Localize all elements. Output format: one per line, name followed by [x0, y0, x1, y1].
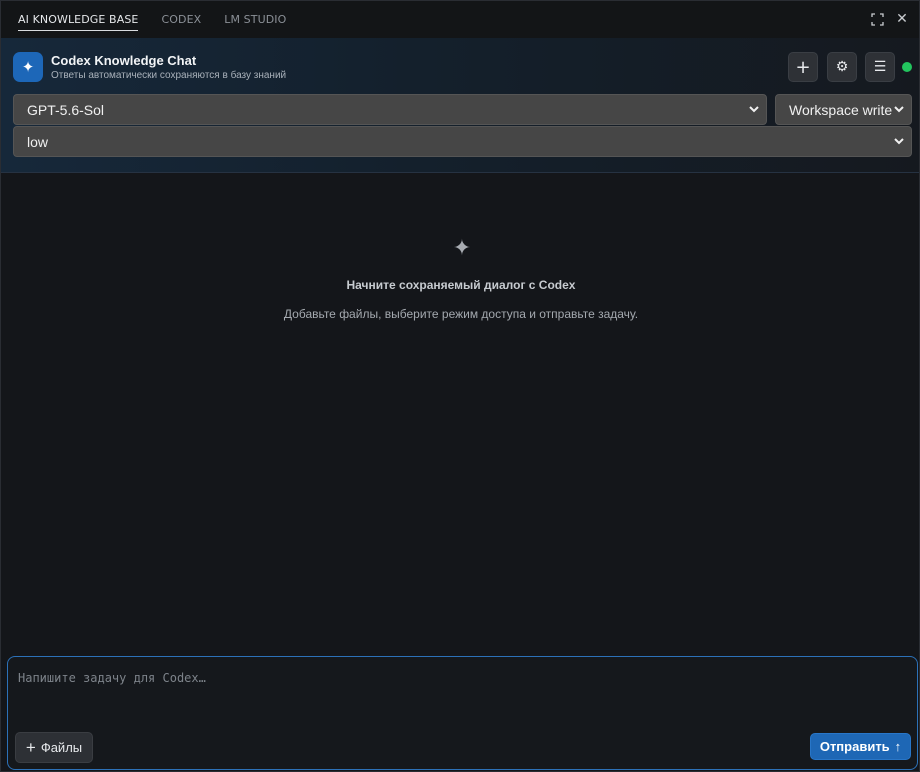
expand-icon[interactable] [869, 11, 885, 27]
top-tab-bar: AI KNOWLEDGE BASE CODEX LM STUDIO ✕ [1, 1, 919, 38]
plus-icon: + [25, 737, 36, 757]
attach-files-button[interactable]: + Файлы [15, 732, 93, 763]
new-chat-button[interactable]: + [788, 52, 818, 82]
chevron-down-icon [894, 138, 904, 145]
sparkle-icon: ✦ [452, 236, 472, 261]
chevron-down-icon [894, 106, 904, 113]
attach-files-label: Файлы [40, 740, 83, 755]
send-button[interactable]: Отправить ↑ [810, 733, 911, 760]
page-title: Codex Knowledge Chat [51, 53, 197, 68]
gear-icon: ⚙ [835, 59, 849, 75]
access-mode-select[interactable]: Workspace write [775, 94, 912, 125]
settings-button[interactable]: ⚙ [827, 52, 857, 82]
menu-icon: ☰ [873, 59, 887, 75]
empty-state-subtitle: Добавьте файлы, выберите режим доступа и… [283, 307, 639, 321]
access-mode-value: Workspace write [789, 101, 893, 118]
chat-header: ✦ Codex Knowledge Chat Ответы автоматиче… [1, 38, 919, 173]
menu-button[interactable]: ☰ [865, 52, 895, 82]
message-composer: + Файлы Отправить ↑ [7, 656, 918, 770]
tab-codex[interactable]: CODEX [161, 1, 201, 38]
sparkle-icon: ✦ [13, 52, 43, 82]
chevron-down-icon [749, 106, 759, 113]
tab-ai-knowledge-base[interactable]: AI KNOWLEDGE BASE [18, 1, 139, 38]
arrow-up-icon: ↑ [894, 739, 902, 754]
status-indicator [902, 62, 912, 72]
model-select[interactable]: GPT-5.6-Sol [13, 94, 767, 125]
send-label: Отправить [819, 739, 890, 754]
close-icon[interactable]: ✕ [894, 11, 910, 27]
model-select-value: GPT-5.6-Sol [27, 101, 105, 118]
plus-icon: + [795, 56, 811, 78]
tab-lm-studio[interactable]: LM STUDIO [224, 1, 286, 38]
page-subtitle: Ответы автоматически сохраняются в базу … [51, 70, 287, 81]
task-input[interactable] [18, 671, 898, 721]
reasoning-effort-select[interactable]: low [13, 126, 912, 157]
reasoning-effort-value: low [27, 133, 49, 150]
empty-state-title: Начните сохраняемый диалог с Codex [346, 278, 576, 292]
app-window: AI KNOWLEDGE BASE CODEX LM STUDIO ✕ ✦ Co… [0, 0, 920, 772]
